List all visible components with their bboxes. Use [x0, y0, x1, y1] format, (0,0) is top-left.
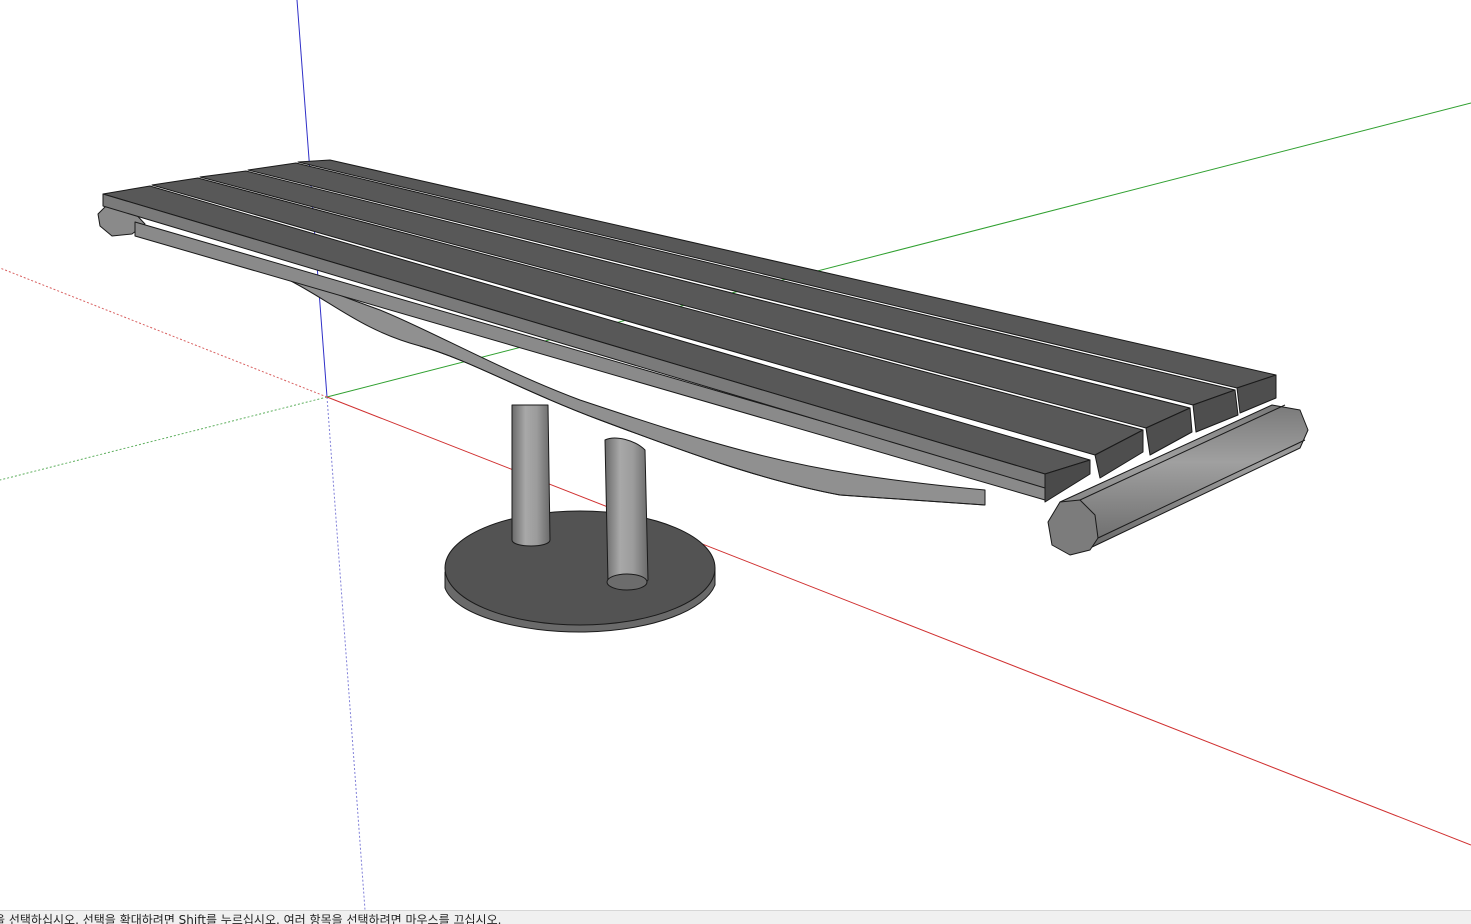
- bench-model[interactable]: [97, 159, 1309, 633]
- 3d-viewport[interactable]: [0, 0, 1471, 910]
- x-axis-negative: [0, 267, 328, 398]
- viewport-canvas[interactable]: [0, 0, 1471, 910]
- support-post-front[interactable]: [604, 437, 649, 591]
- status-hint-text: 을 선택하십시오. 선택을 확대하려면 Shift를 누르십시오. 여러 항목을…: [0, 913, 502, 924]
- status-bar: 을 선택하십시오. 선택을 확대하려면 Shift를 누르십시오. 여러 항목을…: [0, 910, 1471, 924]
- base-plate[interactable]: [444, 510, 716, 633]
- support-post-back[interactable]: [511, 404, 551, 547]
- sketchup-window: 을 선택하십시오. 선택을 확대하려면 Shift를 누르십시오. 여러 항목을…: [0, 0, 1471, 924]
- z-axis-negative: [326, 396, 366, 910]
- y-axis-negative: [0, 396, 328, 481]
